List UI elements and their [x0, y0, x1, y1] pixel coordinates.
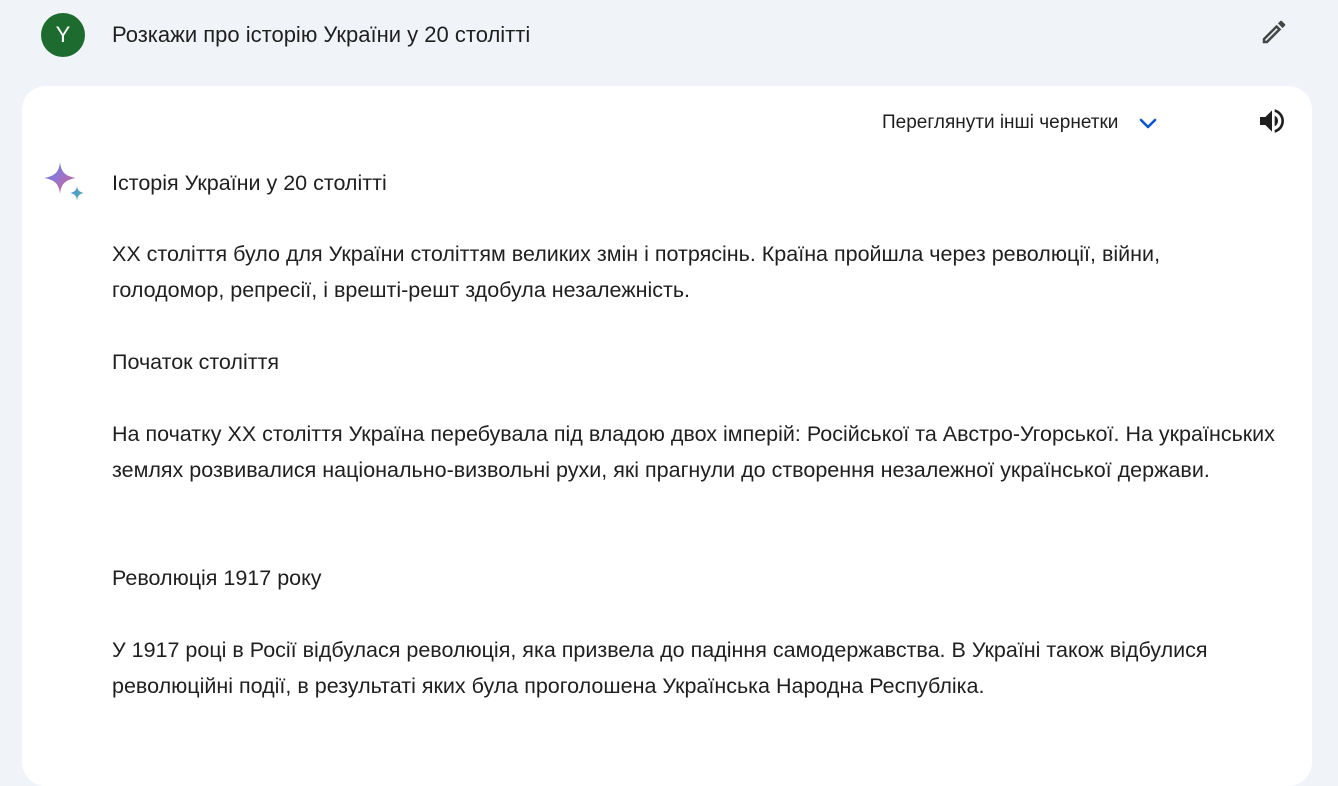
- view-drafts-label: Переглянути інші чернетки: [882, 112, 1119, 133]
- section-heading: Революція 1917 року: [112, 566, 322, 590]
- view-drafts-button[interactable]: Переглянути інші чернетки: [882, 110, 1160, 136]
- response-title: Історія України у 20 столітті: [112, 171, 387, 195]
- edit-prompt-button[interactable]: [1256, 16, 1292, 52]
- read-aloud-button[interactable]: [1254, 106, 1290, 140]
- speaker-icon: [1256, 105, 1288, 142]
- user-prompt-row: Y Розкажи про історію України у 20 столі…: [0, 0, 1338, 70]
- prompt-text: Розкажи про історію України у 20 столітт…: [112, 22, 531, 47]
- chevron-down-icon: [1136, 111, 1160, 135]
- pencil-icon: [1259, 17, 1289, 52]
- sparkle-icon: [40, 160, 88, 206]
- response-intro: ХХ століття було для України століттям в…: [112, 242, 1161, 302]
- avatar[interactable]: Y: [41, 13, 85, 57]
- section-body: На початку ХХ століття Україна перебувал…: [112, 422, 1275, 482]
- section-body: У 1917 році в Росії відбулася революція,…: [112, 638, 1208, 698]
- section-heading: Початок століття: [112, 350, 280, 374]
